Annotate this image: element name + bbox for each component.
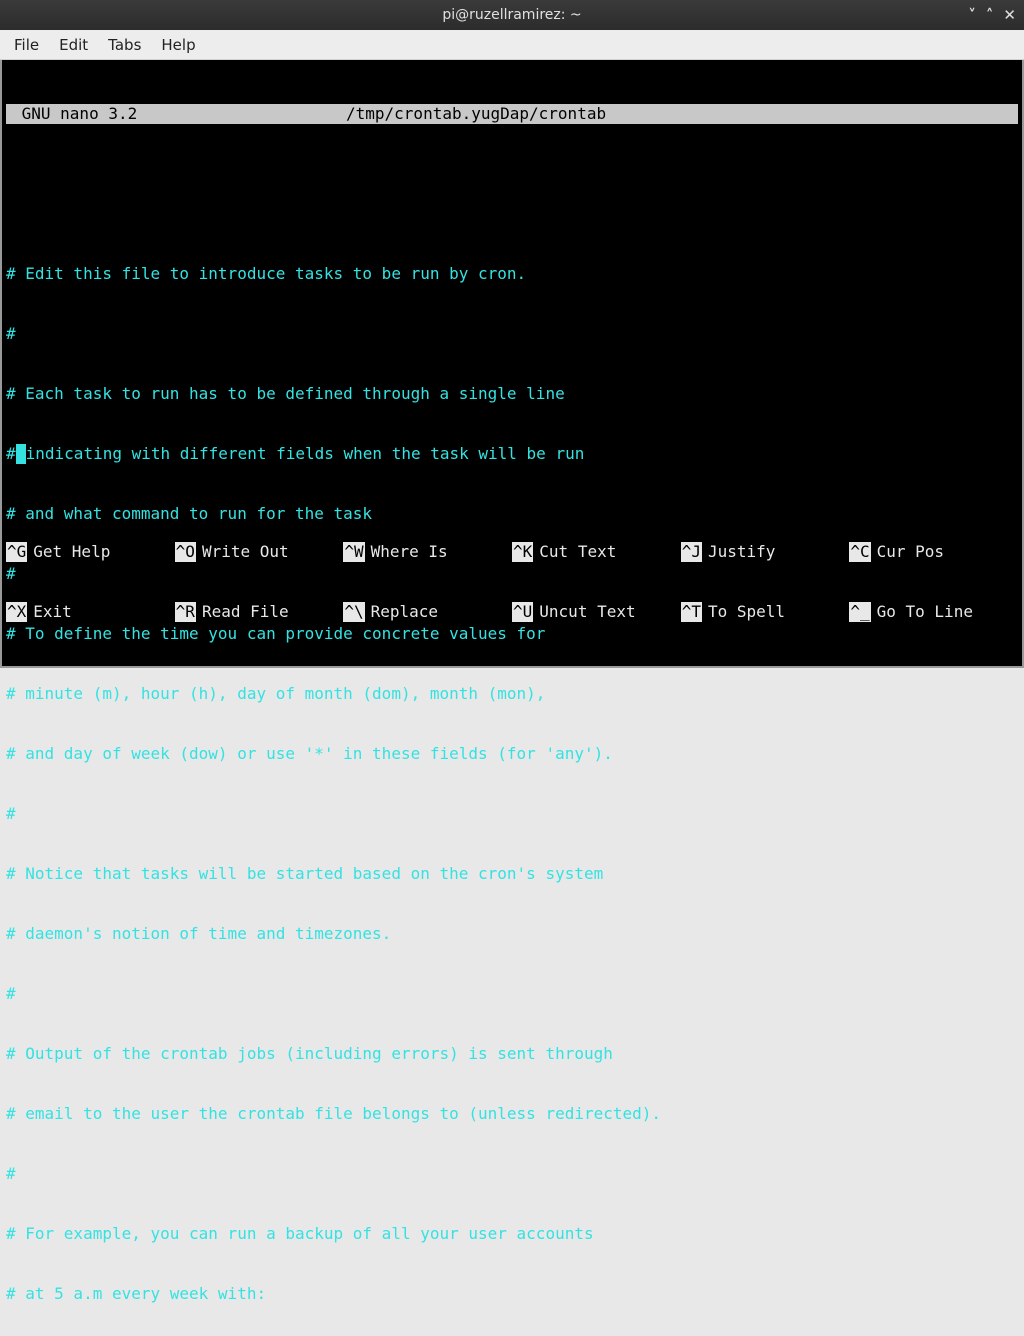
editor-line: # [6, 1164, 1018, 1184]
terminal-window: GNU nano 3.2 /tmp/crontab.yugDap/crontab… [0, 60, 1024, 668]
editor-line: # For example, you can run a backup of a… [6, 1224, 1018, 1244]
shortcut-label: Cur Pos [877, 542, 944, 562]
window-title: pi@ruzellramirez: ~ [442, 7, 581, 23]
menu-edit[interactable]: Edit [51, 32, 96, 58]
shortcut-label: To Spell [708, 602, 785, 622]
line-prefix: # [6, 444, 16, 463]
shortcut-key: ^T [681, 602, 702, 622]
nano-header: GNU nano 3.2 /tmp/crontab.yugDap/crontab [6, 104, 1018, 124]
shortcut-key: ^X [6, 602, 27, 622]
editor-line: # [6, 804, 1018, 824]
nano-shortcut-bar: ^G Get Help ^O Write Out ^W Where Is ^K Cut … [6, 502, 1018, 662]
shortcut-key: ^\ [343, 602, 364, 622]
shortcut-key: ^G [6, 542, 27, 562]
shortcut-exit[interactable]: ^X Exit [6, 602, 175, 622]
shortcut-go-to-line[interactable]: ^_ Go To Line [849, 602, 1018, 622]
editor-content[interactable]: # Edit this file to introduce tasks to b… [6, 164, 1018, 1336]
menu-help[interactable]: Help [153, 32, 203, 58]
shortcut-key: ^_ [849, 602, 870, 622]
shortcut-key: ^O [175, 542, 196, 562]
menu-bar: File Edit Tabs Help [0, 30, 1024, 60]
editor-line: # daemon's notion of time and timezones. [6, 924, 1018, 944]
terminal[interactable]: GNU nano 3.2 /tmp/crontab.yugDap/crontab… [6, 64, 1018, 662]
shortcut-key: ^K [512, 542, 533, 562]
editor-line: # at 5 a.m every week with: [6, 1284, 1018, 1304]
shortcut-key: ^C [849, 542, 870, 562]
editor-line: # Edit this file to introduce tasks to b… [6, 264, 1018, 284]
editor-line [6, 204, 1018, 224]
shortcut-row-2: ^X Exit ^R Read File ^\ Replace ^U Uncut Tex… [6, 602, 1018, 622]
shortcut-key: ^R [175, 602, 196, 622]
window-controls: ˅ ˄ ✕ [968, 0, 1016, 30]
menu-file[interactable]: File [6, 32, 47, 58]
nano-app-name: GNU nano 3.2 [6, 104, 346, 124]
shortcut-key: ^J [681, 542, 702, 562]
editor-line: # Output of the crontab jobs (including … [6, 1044, 1018, 1064]
editor-line: # email to the user the crontab file bel… [6, 1104, 1018, 1124]
shortcut-label: Justify [708, 542, 775, 562]
shortcut-label: Read File [202, 602, 289, 622]
shortcut-replace[interactable]: ^\ Replace [343, 602, 512, 622]
shortcut-label: Get Help [33, 542, 110, 562]
editor-line: # Each task to run has to be defined thr… [6, 384, 1018, 404]
editor-line: # [6, 984, 1018, 1004]
shortcut-read-file[interactable]: ^R Read File [175, 602, 344, 622]
minimize-icon[interactable]: ˅ [968, 6, 976, 24]
shortcut-label: Exit [33, 602, 72, 622]
editor-line: # [6, 324, 1018, 344]
shortcut-label: Replace [371, 602, 438, 622]
shortcut-label: Go To Line [877, 602, 973, 622]
shortcut-label: Uncut Text [539, 602, 635, 622]
shortcut-cur-pos[interactable]: ^C Cur Pos [849, 542, 1018, 562]
shortcut-key: ^W [343, 542, 364, 562]
editor-line: # Notice that tasks will be started base… [6, 864, 1018, 884]
window-titlebar: pi@ruzellramirez: ~ ˅ ˄ ✕ [0, 0, 1024, 30]
shortcut-label: Write Out [202, 542, 289, 562]
shortcut-label: Where Is [371, 542, 448, 562]
shortcut-write-out[interactable]: ^O Write Out [175, 542, 344, 562]
text-cursor [16, 444, 26, 464]
shortcut-cut-text[interactable]: ^K Cut Text [512, 542, 681, 562]
editor-line: # indicating with different fields when … [6, 444, 1018, 464]
shortcut-uncut-text[interactable]: ^U Uncut Text [512, 602, 681, 622]
shortcut-key: ^U [512, 602, 533, 622]
shortcut-justify[interactable]: ^J Justify [681, 542, 850, 562]
nano-filepath: /tmp/crontab.yugDap/crontab [346, 104, 1018, 124]
editor-line: # minute (m), hour (h), day of month (do… [6, 684, 1018, 704]
shortcut-label: Cut Text [539, 542, 616, 562]
close-icon[interactable]: ✕ [1003, 6, 1016, 24]
menu-tabs[interactable]: Tabs [100, 32, 149, 58]
editor-line: # and day of week (dow) or use '*' in th… [6, 744, 1018, 764]
maximize-icon[interactable]: ˄ [986, 6, 994, 24]
shortcut-row-1: ^G Get Help ^O Write Out ^W Where Is ^K Cut … [6, 542, 1018, 562]
shortcut-where-is[interactable]: ^W Where Is [343, 542, 512, 562]
line-rest: indicating with different fields when th… [26, 444, 585, 463]
shortcut-to-spell[interactable]: ^T To Spell [681, 602, 850, 622]
shortcut-get-help[interactable]: ^G Get Help [6, 542, 175, 562]
